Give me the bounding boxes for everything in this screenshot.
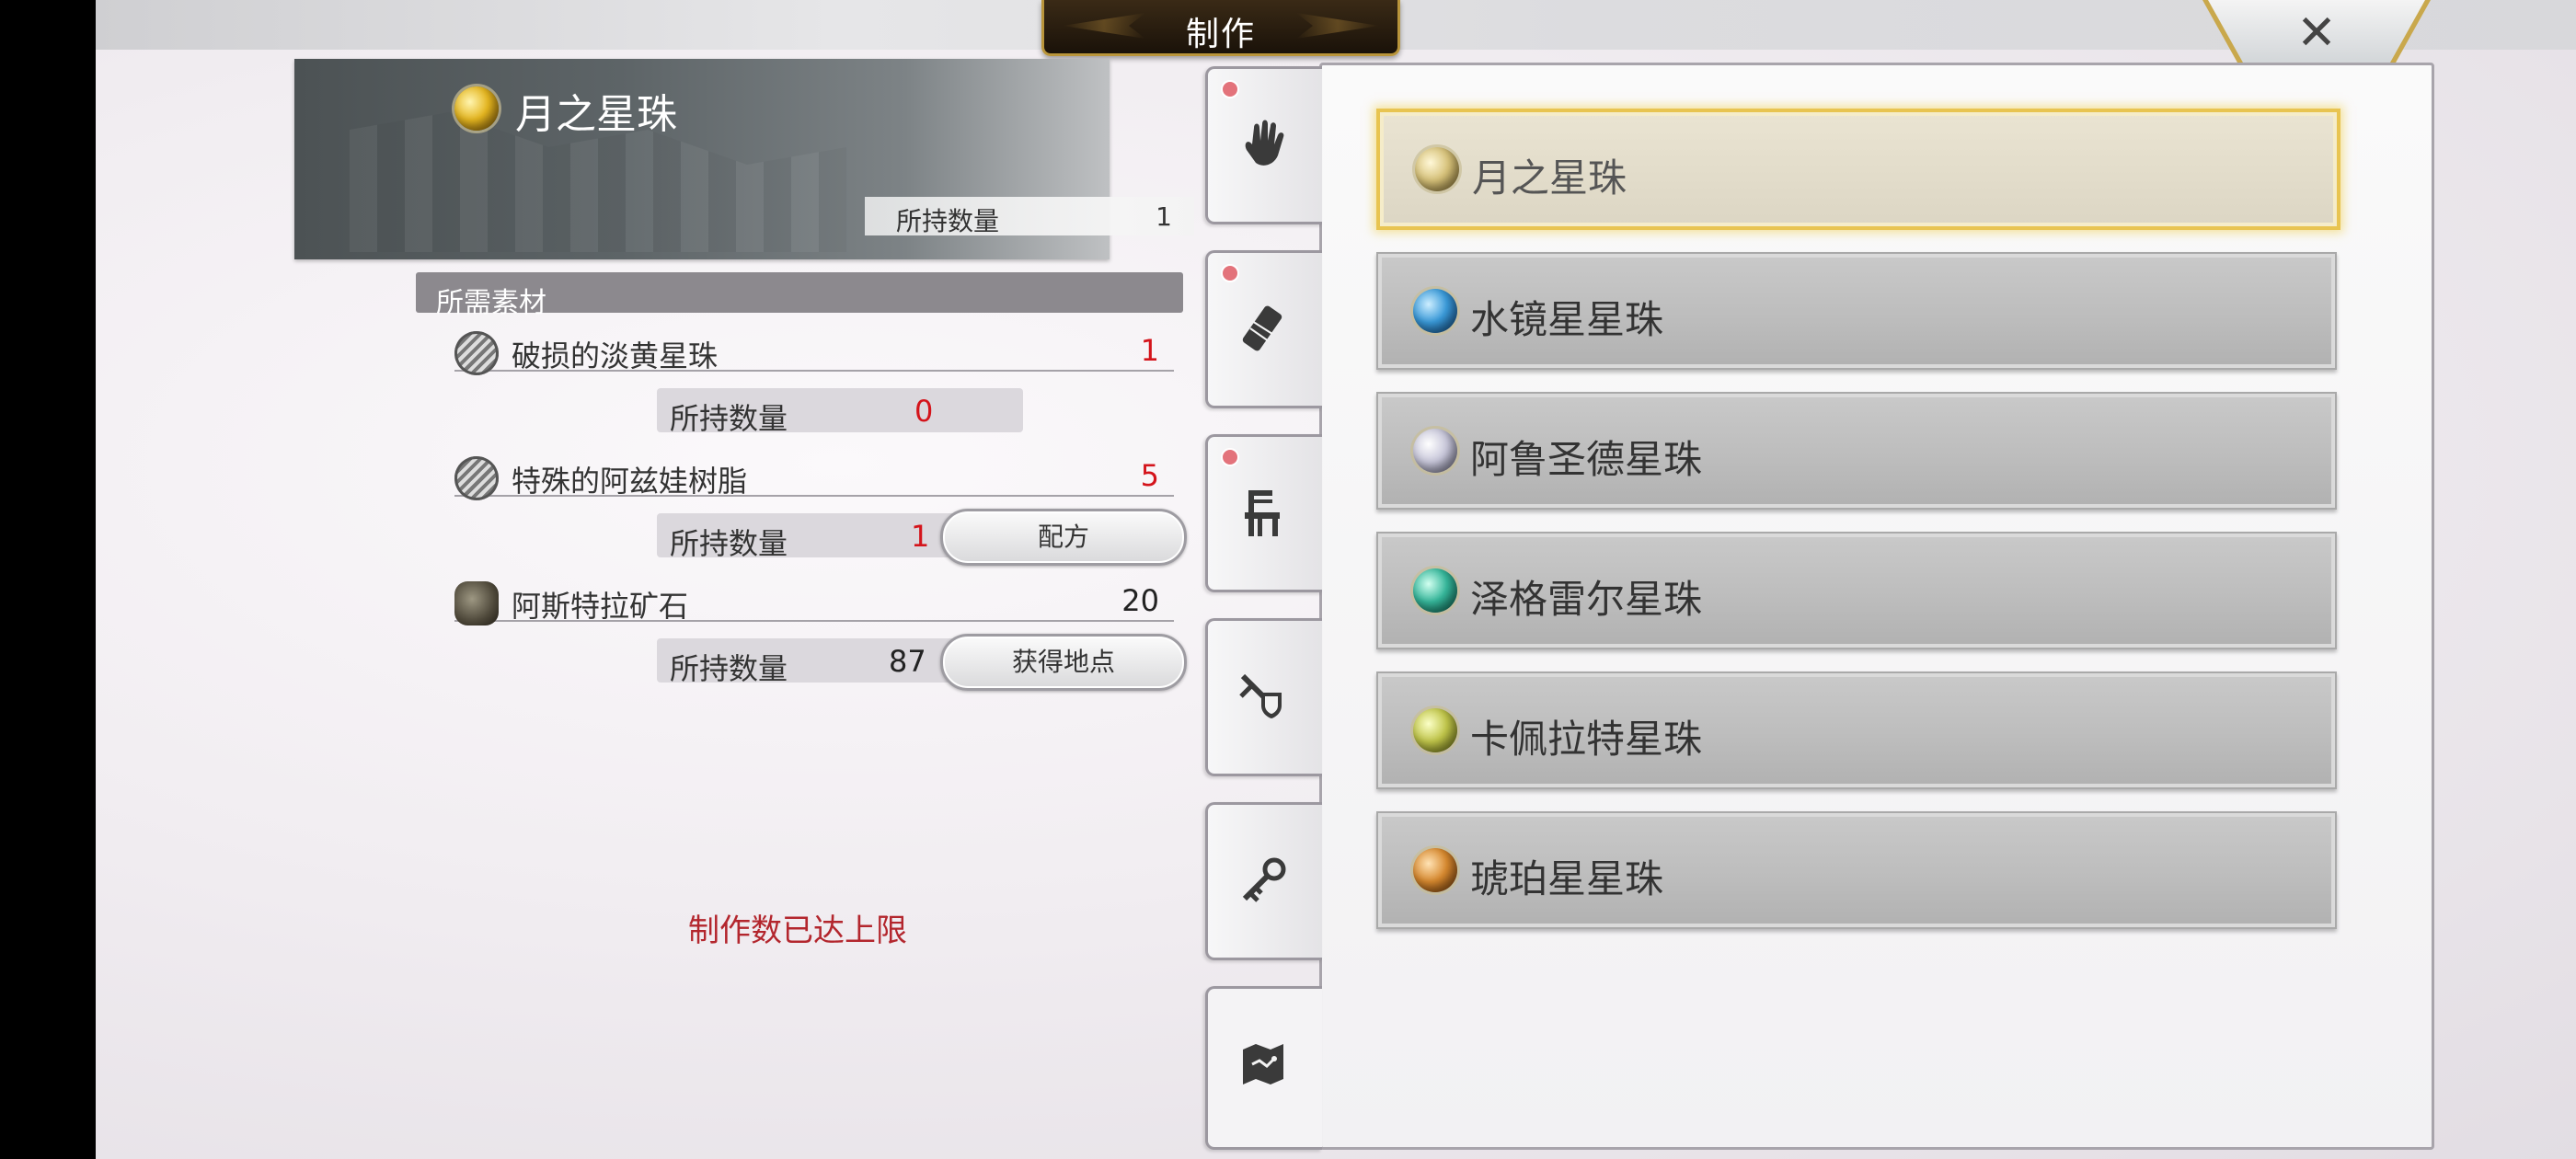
recipe-name: 阿鲁圣德星珠 <box>1470 437 1703 482</box>
hand-icon <box>1234 115 1293 174</box>
material-row: 特殊的阿兹娃树脂 5 <box>454 453 1174 500</box>
star-orb-material-icon <box>454 331 499 375</box>
tab-bandage[interactable] <box>1205 250 1322 408</box>
owned-label: 所持数量 <box>670 401 788 436</box>
material-name: 特殊的阿兹娃树脂 <box>512 464 748 499</box>
tab-hand[interactable] <box>1205 66 1322 224</box>
map-icon <box>1234 1035 1293 1094</box>
recipe-name: 琥珀星星珠 <box>1470 856 1664 901</box>
recipe-item[interactable]: 卡佩拉特星珠 <box>1376 671 2337 789</box>
recipe-item[interactable]: 阿鲁圣德星珠 <box>1376 392 2337 510</box>
game-screen: 制作 ✕ 月之星珠 所持数量 1 所需素材 破损的淡黄星珠 1 所持数量 0 特… <box>96 0 2576 1159</box>
owned-label: 所持数量 <box>896 206 1000 236</box>
material-name: 阿斯特拉矿石 <box>512 589 689 624</box>
close-icon: ✕ <box>2296 6 2337 61</box>
material-required: 5 <box>1140 458 1159 493</box>
material-required: 1 <box>1140 333 1159 368</box>
title-banner: 制作 <box>1041 0 1400 56</box>
bandage-icon <box>1234 299 1293 358</box>
amber-orb-icon <box>1413 848 1457 892</box>
chair-icon <box>1234 483 1293 542</box>
owned-label: 所持数量 <box>670 651 788 686</box>
recipe-item[interactable]: 泽格雷尔星珠 <box>1376 532 2337 649</box>
recipe-name: 月之星珠 <box>1472 155 1627 201</box>
obtain-location-button[interactable]: 获得地点 <box>940 634 1187 691</box>
recipe-button[interactable]: 配方 <box>940 509 1187 566</box>
ore-material-icon <box>454 581 499 625</box>
sword-shield-icon <box>1234 667 1293 726</box>
olive-orb-icon <box>1413 708 1457 752</box>
blue-orb-icon <box>1413 289 1457 333</box>
owned-value: 1 <box>911 519 930 554</box>
owned-label: 所持数量 <box>670 526 788 561</box>
key-icon <box>1234 851 1293 910</box>
material-name: 破损的淡黄星珠 <box>512 339 719 373</box>
recipe-name: 水镜星星珠 <box>1470 297 1664 342</box>
tab-maps[interactable] <box>1205 986 1322 1150</box>
recipe-name: 泽格雷尔星珠 <box>1470 577 1703 622</box>
recipe-item[interactable]: 月之星珠 <box>1376 109 2340 230</box>
tab-notification-dot <box>1221 448 1239 466</box>
selected-item-owned: 所持数量 1 <box>865 197 1194 236</box>
recipe-item[interactable]: 琥珀星星珠 <box>1376 811 2337 929</box>
tab-equipment[interactable] <box>1205 618 1322 776</box>
selected-item-name: 月之星珠 <box>515 91 677 138</box>
craft-limit-message: 制作数已达上限 <box>688 912 907 949</box>
materials-header: 所需素材 <box>416 272 1183 319</box>
material-row: 阿斯特拉矿石 20 <box>454 578 1174 625</box>
owned-value: 0 <box>914 394 934 429</box>
owned-value: 87 <box>889 644 926 679</box>
tab-furniture[interactable] <box>1205 434 1322 592</box>
moon-orb-icon <box>454 86 499 131</box>
recipe-name: 卡佩拉特星珠 <box>1470 717 1703 762</box>
page-title: 制作 <box>1185 16 1256 53</box>
material-row: 破损的淡黄星珠 1 <box>454 327 1174 375</box>
tab-notification-dot <box>1221 80 1239 98</box>
pale-gold-orb-icon <box>1415 147 1459 191</box>
resin-material-icon <box>454 456 499 500</box>
material-required: 20 <box>1121 583 1159 618</box>
teal-orb-icon <box>1413 568 1457 613</box>
tab-key-items[interactable] <box>1205 802 1322 960</box>
tab-notification-dot <box>1221 264 1239 282</box>
materials-header-label: 所需素材 <box>436 287 546 319</box>
recipe-item[interactable]: 水镜星星珠 <box>1376 252 2337 370</box>
material-owned: 所持数量 0 <box>657 388 1023 436</box>
silver-orb-icon <box>1413 429 1457 473</box>
owned-value: 1 <box>1156 201 1172 232</box>
